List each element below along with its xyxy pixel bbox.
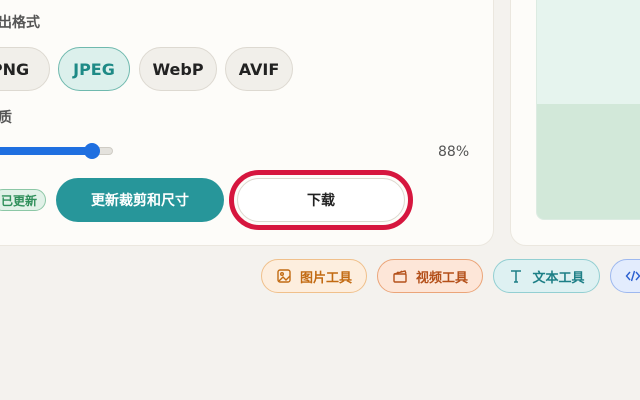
preview-top	[537, 0, 640, 104]
quality-label: 质	[0, 110, 12, 126]
quality-value: 88%	[438, 144, 470, 160]
image-preview	[536, 0, 640, 220]
image-tools-label: 图片工具	[299, 270, 352, 286]
video-tools-label: 视频工具	[415, 270, 468, 286]
quality-slider[interactable]	[0, 143, 113, 159]
format-avif-button[interactable]: AVIF	[225, 47, 293, 91]
output-format-label: 出格式	[0, 15, 40, 31]
image-tools-button[interactable]: 图片工具	[261, 259, 367, 293]
app-stage: 出格式 PNG JPEG WebP AVIF 质 88% 已更新 更新裁剪和尺寸…	[0, 0, 640, 400]
download-button[interactable]: 下载	[237, 178, 405, 222]
code-icon	[625, 270, 640, 282]
image-icon	[277, 269, 291, 283]
preview-bottom	[537, 104, 640, 219]
video-tools-button[interactable]: 视频工具	[377, 259, 483, 293]
text-tools-label: 文本工具	[532, 270, 585, 286]
update-crop-size-button[interactable]: 更新裁剪和尺寸	[56, 178, 224, 222]
format-jpeg-button[interactable]: JPEG	[58, 47, 130, 91]
code-tools-button[interactable]	[610, 259, 640, 293]
updated-badge: 已更新	[0, 189, 46, 211]
format-webp-button[interactable]: WebP	[139, 47, 217, 91]
format-png-button[interactable]: PNG	[0, 47, 50, 91]
text-icon	[511, 270, 522, 283]
clapperboard-icon	[393, 270, 407, 283]
text-tools-button[interactable]: 文本工具	[493, 259, 600, 293]
quality-slider-fill	[0, 147, 93, 155]
